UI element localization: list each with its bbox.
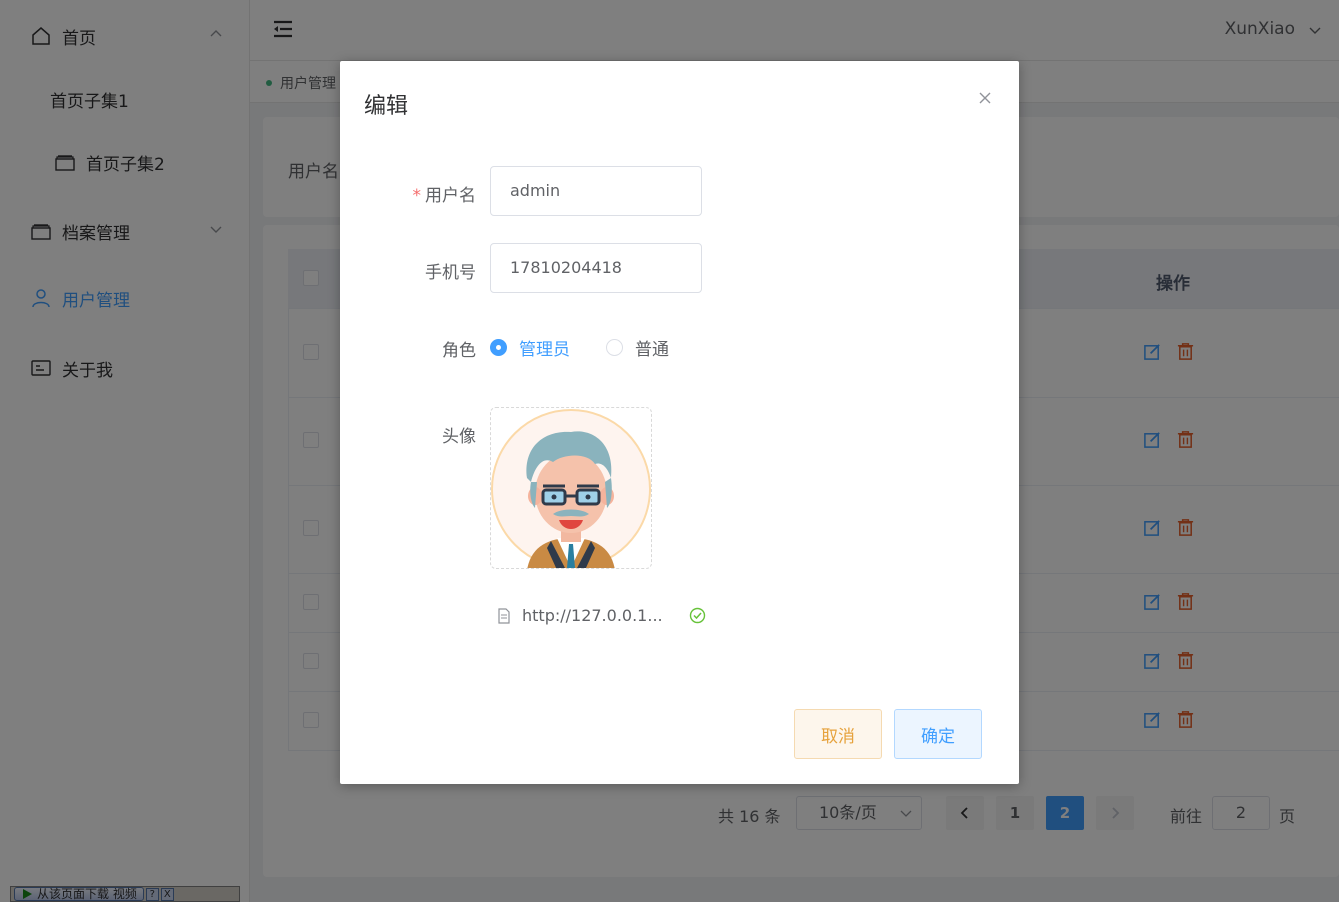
dialog-title: 编辑 (364, 94, 409, 119)
radio-label: 管理员 (519, 340, 570, 360)
avatar-uploader[interactable] (490, 407, 652, 569)
username-label-text: 用户名 (425, 186, 476, 206)
role-radio-normal[interactable]: 普通 (606, 335, 669, 360)
uploaded-file-item[interactable]: http://127.0.0.1... (496, 606, 706, 625)
required-mark: * (412, 186, 422, 206)
radio-circle (490, 339, 507, 356)
edit-dialog: 编辑 * 用户名 admin 手机号 17810204418 角色 管理员 普通 … (340, 61, 1019, 784)
close-icon[interactable] (977, 90, 993, 106)
radio-label: 普通 (635, 340, 669, 360)
confirm-button[interactable]: 确定 (894, 709, 982, 759)
role-label: 角色 (442, 341, 476, 361)
document-icon (498, 607, 510, 624)
phone-input[interactable]: 17810204418 (490, 243, 702, 293)
avatar-image (491, 409, 651, 568)
phone-label: 手机号 (425, 263, 476, 283)
username-label: * 用户名 (340, 181, 477, 206)
username-input[interactable]: admin (490, 166, 702, 216)
cancel-button[interactable]: 取消 (794, 709, 882, 759)
check-circle-icon (689, 607, 705, 624)
role-radio-group: 管理员 普通 (490, 335, 705, 360)
avatar-label: 头像 (442, 427, 476, 447)
uploaded-file-name: http://127.0.0.1... (522, 606, 663, 625)
radio-circle (606, 339, 623, 356)
role-radio-admin[interactable]: 管理员 (490, 335, 570, 360)
